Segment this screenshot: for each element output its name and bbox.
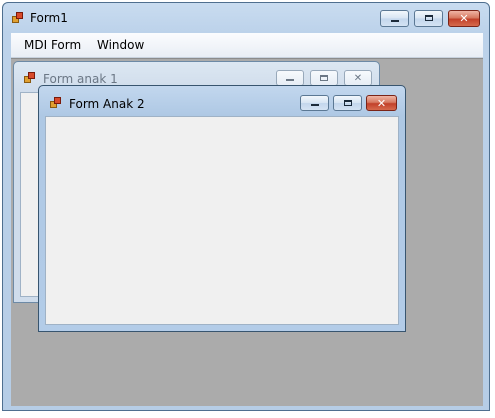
minimize-icon <box>310 104 319 106</box>
close-icon: ✕ <box>376 97 387 110</box>
maximize-icon <box>424 15 433 21</box>
main-window: Form1 ✕ MDI Form Window Form anak 1 ✕ Fo… <box>2 2 490 411</box>
child-1-close-button[interactable]: ✕ <box>344 70 372 86</box>
minimize-icon <box>390 20 399 22</box>
form-app-icon[interactable] <box>24 72 36 84</box>
close-icon: ✕ <box>459 12 469 25</box>
menu-bar: MDI Form Window <box>11 33 483 58</box>
close-icon: ✕ <box>353 73 363 84</box>
child-1-maximize-button[interactable] <box>310 70 338 86</box>
child-window-form-anak-2[interactable]: Form Anak 2 ✕ <box>38 85 406 332</box>
child-2-client-area <box>45 116 399 325</box>
minimize-button[interactable] <box>380 10 409 27</box>
main-titlebar[interactable]: Form1 ✕ <box>3 3 489 33</box>
mdi-client-area: Form anak 1 ✕ Form Anak 2 ✕ <box>11 58 483 406</box>
close-button[interactable]: ✕ <box>448 10 480 27</box>
child-1-minimize-button[interactable] <box>276 70 304 86</box>
child-1-title: Form anak 1 <box>43 72 118 86</box>
child-2-close-button[interactable]: ✕ <box>366 95 397 111</box>
main-window-title: Form1 <box>30 11 68 25</box>
form-app-icon[interactable] <box>50 97 62 109</box>
child-2-minimize-button[interactable] <box>300 95 329 111</box>
menu-item-window[interactable]: Window <box>97 38 144 52</box>
form-app-icon[interactable] <box>12 12 24 24</box>
maximize-icon <box>320 75 328 81</box>
menu-item-mdi-form[interactable]: MDI Form <box>24 38 81 52</box>
maximize-icon <box>343 100 352 106</box>
minimize-icon <box>286 79 294 81</box>
maximize-button[interactable] <box>414 10 443 27</box>
child-2-title: Form Anak 2 <box>69 97 145 111</box>
child-2-maximize-button[interactable] <box>333 95 362 111</box>
